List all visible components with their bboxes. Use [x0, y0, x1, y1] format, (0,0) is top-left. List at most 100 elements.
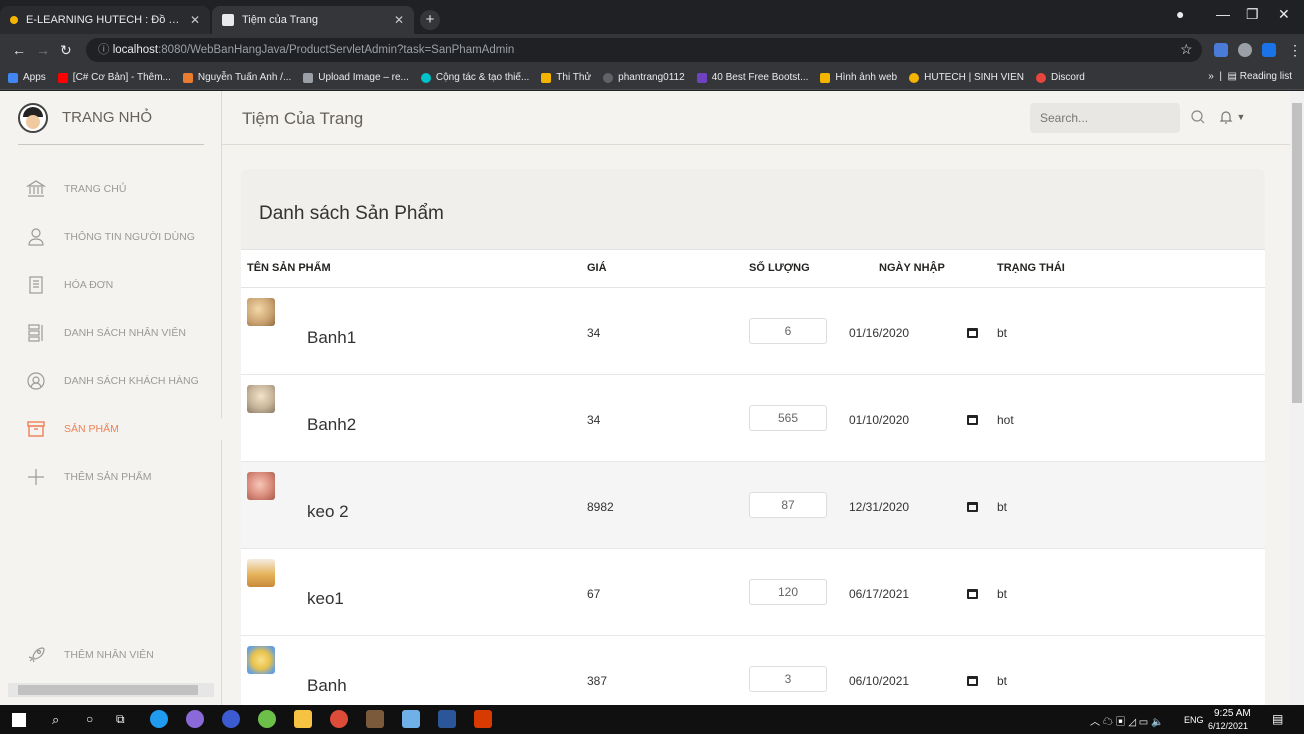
chevron-down-icon: ▼	[1234, 112, 1246, 122]
search-icon[interactable]: ⌕	[52, 712, 59, 728]
quantity-input[interactable]	[749, 491, 827, 518]
product-status: bt	[997, 325, 1008, 340]
app-green-icon[interactable]	[258, 710, 276, 728]
search-icon[interactable]	[1190, 109, 1206, 125]
table-row: keo 2 8982 12/31/2020 bt ✎ 🗑	[241, 461, 1265, 549]
page-title: Tiệm Của Trang	[242, 109, 364, 128]
product-price: 34	[587, 325, 601, 340]
sidebar-horizontal-scrollbar[interactable]	[8, 683, 214, 697]
bookmark-star-icon[interactable]: ☆	[1180, 41, 1193, 58]
scrollbar-thumb[interactable]	[1292, 103, 1302, 403]
tab-close-icon[interactable]: ✕	[394, 13, 404, 27]
calendar-icon[interactable]	[967, 501, 978, 512]
browser-toolbar: ← → ↻ ⓘ localhost:8080/WebBanHangJava/Pr…	[0, 34, 1304, 66]
scrollbar-thumb[interactable]	[18, 685, 198, 695]
url-path: :8080/WebBanHangJava/ProductServletAdmin…	[158, 44, 515, 56]
column-header: GIÁ	[587, 250, 749, 288]
sidebar-item-thong-tin[interactable]: THÔNG TIN NGƯỜI DÙNG	[0, 213, 222, 261]
task-view-icon[interactable]: ⧉	[116, 712, 125, 727]
bookmark-item[interactable]: Nguyễn Tuấn Anh /...	[182, 72, 291, 83]
forward-icon[interactable]: →	[36, 42, 50, 58]
product-name: Banh	[307, 675, 347, 695]
sidebar-item-label: THÔNG TIN NGƯỜI DÙNG	[64, 231, 195, 243]
quantity-input[interactable]	[749, 578, 827, 605]
product-price: 67	[587, 586, 601, 601]
product-name: keo 2	[307, 501, 349, 521]
product-thumbnail	[247, 471, 275, 500]
bookmark-item[interactable]: HUTECH | SINH VIEN	[909, 72, 1024, 83]
bookmark-item[interactable]: phantrang0112	[603, 72, 685, 83]
browser-tab-tiem[interactable]: Tiệm của Trang ✕	[212, 6, 414, 34]
search-input[interactable]	[1030, 103, 1180, 133]
bookmark-item[interactable]: Upload Image – re...	[303, 72, 409, 83]
page-vertical-scrollbar[interactable]	[1290, 91, 1304, 705]
discord-icon	[1035, 72, 1046, 83]
bookmarks-bar: Apps [C# Cơ Bản] - Thêm... Nguyễn Tuấn A…	[0, 66, 1304, 90]
sidebar-item-nhan-vien[interactable]: DANH SÁCH NHÂN VIÊN	[0, 309, 222, 357]
column-header: NGÀY NHẬP	[879, 262, 945, 275]
sidebar-item-hoa-don[interactable]: HÓA ĐƠN	[0, 261, 222, 309]
powerpoint-icon[interactable]	[474, 710, 492, 728]
sidebar-brand[interactable]: TRANG NHỎ	[18, 91, 204, 145]
bookmark-apps[interactable]: Apps	[8, 72, 46, 83]
elearning-favicon-icon	[10, 16, 18, 24]
sidebar-item-label: SẢN PHẨM	[64, 423, 119, 435]
browser-tab-elearning[interactable]: E-LEARNING HUTECH : Đồ án java ✕	[0, 6, 210, 34]
notifications-dropdown[interactable]: ▼	[1218, 108, 1248, 126]
reload-icon[interactable]: ↻	[60, 42, 72, 59]
menu-icon[interactable]: ⋮	[1288, 42, 1302, 59]
address-bar[interactable]: ⓘ localhost:8080/WebBanHangJava/ProductS…	[86, 38, 1202, 62]
windows-start-icon[interactable]	[12, 713, 26, 727]
vscode-icon[interactable]	[222, 710, 240, 728]
calendar-icon[interactable]	[967, 588, 978, 599]
cortana-icon[interactable]: ○	[86, 712, 93, 726]
close-window-icon[interactable]: ✕	[1278, 6, 1290, 23]
minimize-icon[interactable]: —	[1216, 6, 1230, 22]
bookmark-item[interactable]: Hình ảnh web	[820, 72, 897, 83]
bookmark-item[interactable]: [C# Cơ Bản] - Thêm...	[57, 72, 171, 83]
extension-translate-icon[interactable]	[1214, 43, 1228, 57]
sidebar-item-them-nhan-vien[interactable]: THÊM NHÂN VIÊN	[0, 631, 222, 679]
quantity-input[interactable]	[749, 404, 827, 431]
word-icon[interactable]	[438, 710, 456, 728]
sidebar-item-them-san-pham[interactable]: THÊM SẢN PHẨM	[0, 453, 222, 501]
sidebar-nav: TRANG CHỦ THÔNG TIN NGƯỜI DÙNG HÓA ĐƠN D…	[0, 165, 222, 501]
system-tray-icons[interactable]: ︿ ☁ ▣ ◿ ▭ 🔈	[1090, 713, 1163, 728]
sidebar-item-trang-chu[interactable]: TRANG CHỦ	[0, 165, 222, 213]
tool-icon[interactable]	[402, 710, 420, 728]
language-indicator[interactable]: ENG	[1184, 715, 1204, 725]
clock-time[interactable]: 9:25 AM	[1214, 708, 1251, 719]
plus-icon	[26, 467, 46, 487]
tab-close-icon[interactable]: ✕	[190, 13, 200, 27]
paint-icon[interactable]	[186, 710, 204, 728]
bookmark-item[interactable]: Thi Thử	[541, 72, 591, 83]
file-explorer-icon[interactable]	[294, 710, 312, 728]
edge-icon[interactable]	[150, 710, 168, 728]
back-icon[interactable]: ←	[12, 42, 26, 58]
calendar-icon[interactable]	[967, 327, 978, 338]
bookmark-item[interactable]: Discord	[1035, 72, 1085, 83]
sidebar-item-san-pham[interactable]: SẢN PHẨM	[0, 405, 222, 453]
restore-icon[interactable]: ❐	[1246, 6, 1259, 23]
table-header-row: TÊN SẢN PHẨM GIÁ SỐ LƯỢNG NGÀY NHẬP TRẠN…	[241, 250, 1265, 288]
calendar-icon[interactable]	[967, 675, 978, 686]
profile-icon[interactable]: ●	[1176, 6, 1184, 22]
extension-camera-icon[interactable]	[1238, 43, 1252, 57]
bookmark-item[interactable]: 40 Best Free Bootst...	[696, 72, 808, 83]
quantity-input[interactable]	[749, 317, 827, 344]
game-icon[interactable]	[366, 710, 384, 728]
reading-list[interactable]: » | ▤ Reading list	[1208, 71, 1292, 82]
new-tab-button[interactable]: +	[420, 10, 440, 30]
quantity-input[interactable]	[749, 665, 827, 692]
extension-blue-icon[interactable]	[1262, 43, 1276, 57]
notification-center-icon[interactable]: ▤	[1272, 712, 1283, 726]
clock-date[interactable]: 6/12/2021	[1208, 721, 1248, 731]
chrome-icon[interactable]	[330, 710, 348, 728]
sidebar-item-khach-hang[interactable]: DANH SÁCH KHÁCH HÀNG	[0, 357, 222, 405]
bookmark-item[interactable]: Cộng tác & tạo thiế...	[420, 72, 529, 83]
bell-icon	[1219, 111, 1233, 124]
windows-taskbar: ⌕ ○ ⧉ ︿ ☁ ▣ ◿ ▭ 🔈 ENG 9:25 AM 6/12/2021 …	[0, 705, 1304, 734]
calendar-icon[interactable]	[967, 414, 978, 425]
test-icon	[541, 72, 552, 83]
tab-title: E-LEARNING HUTECH : Đồ án java	[26, 14, 184, 26]
